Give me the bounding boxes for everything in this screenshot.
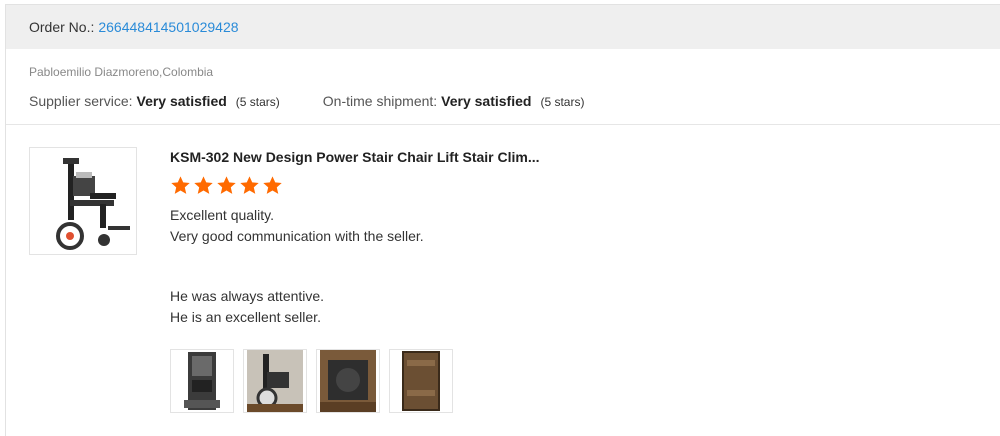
review-line: Very good communication with the seller.	[170, 228, 424, 244]
star-icon	[171, 176, 190, 194]
review-card: Order No.: 266448414501029428 Pabloemili…	[5, 4, 1000, 436]
photo-icon	[402, 351, 440, 411]
shipment-stars: (5 stars)	[540, 95, 585, 109]
shipment-value: Very satisfied	[441, 93, 532, 109]
supplier-service-value: Very satisfied	[136, 93, 227, 109]
review-photo-thumb[interactable]	[316, 349, 380, 413]
buyer-name: Pabloemilio Diazmoreno,Colombia	[29, 65, 214, 79]
supplier-service-rating: Supplier service: Very satisfied (5 star…	[29, 93, 280, 109]
photo-icon	[247, 350, 303, 412]
review-photos	[170, 349, 950, 413]
seller-ratings: Supplier service: Very satisfied (5 star…	[29, 93, 1000, 109]
review-photo-thumb[interactable]	[389, 349, 453, 413]
shipment-label: On-time shipment:	[322, 93, 438, 109]
review-photo-thumb[interactable]	[170, 349, 234, 413]
supplier-service-label: Supplier service:	[29, 93, 133, 109]
review-line: Excellent quality.	[170, 207, 275, 223]
supplier-service-stars: (5 stars)	[235, 95, 280, 109]
order-number-link[interactable]: 266448414501029428	[98, 19, 238, 35]
review-line: He was always attentive.	[170, 288, 325, 304]
product-title[interactable]: KSM-302 New Design Power Stair Chair Lif…	[170, 149, 950, 165]
review-text: Excellent quality. Very good communicati…	[170, 205, 950, 328]
section-divider	[6, 124, 1000, 125]
star-icon	[263, 176, 282, 194]
photo-icon	[320, 350, 376, 412]
shipment-rating: On-time shipment: Very satisfied (5 star…	[323, 93, 585, 109]
photo-icon	[184, 352, 220, 410]
review-line: He is an excellent seller.	[170, 309, 321, 325]
product-image[interactable]	[29, 147, 137, 255]
order-header: Order No.: 266448414501029428	[6, 5, 1000, 49]
star-icon	[217, 176, 236, 194]
order-number-label: Order No.:	[29, 19, 95, 35]
review-star-rating	[170, 175, 950, 197]
buyer-info: Pabloemilio Diazmoreno,Colombia Supplier…	[6, 49, 1000, 109]
star-icon	[194, 176, 213, 194]
review-photo-thumb[interactable]	[243, 349, 307, 413]
stair-chair-icon	[56, 158, 130, 250]
star-icon	[240, 176, 259, 194]
review-body: KSM-302 New Design Power Stair Chair Lif…	[170, 149, 950, 413]
